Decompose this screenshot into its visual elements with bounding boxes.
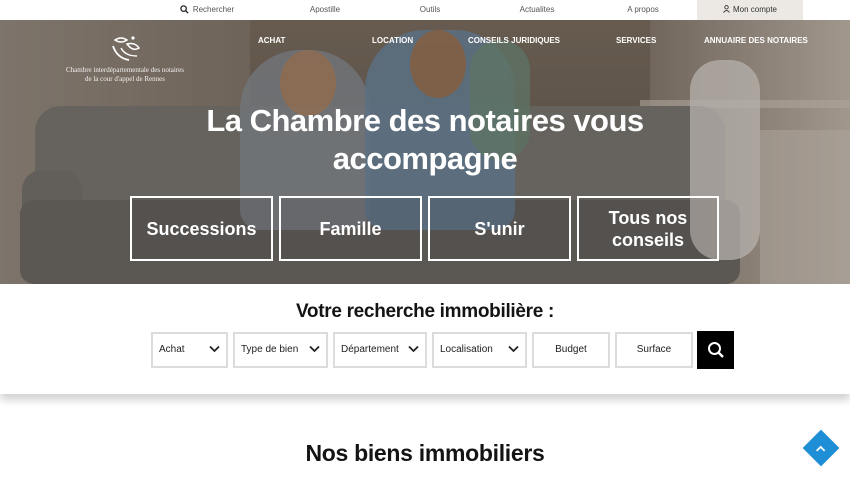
search-icon [707,342,724,358]
category-tous-conseils-line2: conseils [611,229,685,250]
hero-banner: Chambre interdépartementale des notaires… [0,20,850,284]
chevron-down-icon [209,345,220,353]
departement-select[interactable]: Département [333,332,427,368]
top-link-apropos[interactable]: A propos [614,0,672,20]
type-de-bien-value: Type de bien [241,344,299,355]
achat-select[interactable]: Achat [151,332,228,368]
top-search-label: Rechercher [192,5,235,14]
top-link-outils[interactable]: Outils [400,0,460,20]
nav-services[interactable]: SERVICES [616,34,656,48]
property-search-button[interactable] [697,331,734,369]
surface-field[interactable]: Surface [615,332,693,368]
nav-annuaire-notaires[interactable]: ANNUAIRE DES NOTAIRES [704,34,808,48]
logo-icon [112,36,141,61]
chevron-up-icon [816,445,826,452]
account-label: Mon compte [732,5,778,14]
category-sunir-button[interactable]: S'unir [428,196,571,261]
budget-label: Budget [555,344,587,355]
category-tous-conseils-line1: Tous nos [608,207,688,228]
logo-text-line1: Chambre interdépartementale des notaires [66,66,184,74]
search-icon [180,5,189,14]
surface-label: Surface [636,344,672,355]
type-de-bien-select[interactable]: Type de bien [233,332,328,368]
top-search-link[interactable]: Rechercher [164,0,250,20]
top-link-apostille[interactable]: Apostille [290,0,360,20]
site-logo[interactable]: Chambre interdépartementale des notaires… [40,34,210,104]
property-search-title: Votre recherche immobilière : [295,301,555,322]
section-title-biens: Nos biens immobiliers [305,440,545,466]
achat-select-value: Achat [159,344,185,355]
account-button[interactable]: Mon compte [697,0,803,20]
nav-conseils-juridiques[interactable]: CONSEILS JURIDIQUES [468,34,560,48]
category-famille-button[interactable]: Famille [279,196,422,261]
property-search-panel: Votre recherche immobilière : Achat Type… [0,284,850,394]
category-successions-button[interactable]: Successions [130,196,273,261]
chevron-down-icon [508,345,519,353]
chevron-down-icon [309,345,320,353]
logo-text-line2: de la cour d'appel de Rennes [85,75,165,83]
nav-location[interactable]: LOCATION [372,34,413,48]
top-link-actualites[interactable]: Actualites [505,0,569,20]
category-tous-conseils-button[interactable]: Tous nos conseils [577,196,719,261]
localisation-select[interactable]: Localisation [432,332,527,368]
nav-achat[interactable]: ACHAT [258,34,285,48]
chevron-down-icon [408,345,419,353]
user-icon [723,5,730,13]
hero-title-line1: La Chambre des notaires vous [206,103,644,138]
departement-value: Département [341,344,399,355]
hero-title: La Chambre des notaires vous accompagne [150,102,700,178]
budget-field[interactable]: Budget [532,332,610,368]
hero-title-line2: accompagne [332,141,518,176]
top-utility-bar: Rechercher Apostille Outils Actualites A… [0,0,850,20]
localisation-value: Localisation [440,344,493,355]
